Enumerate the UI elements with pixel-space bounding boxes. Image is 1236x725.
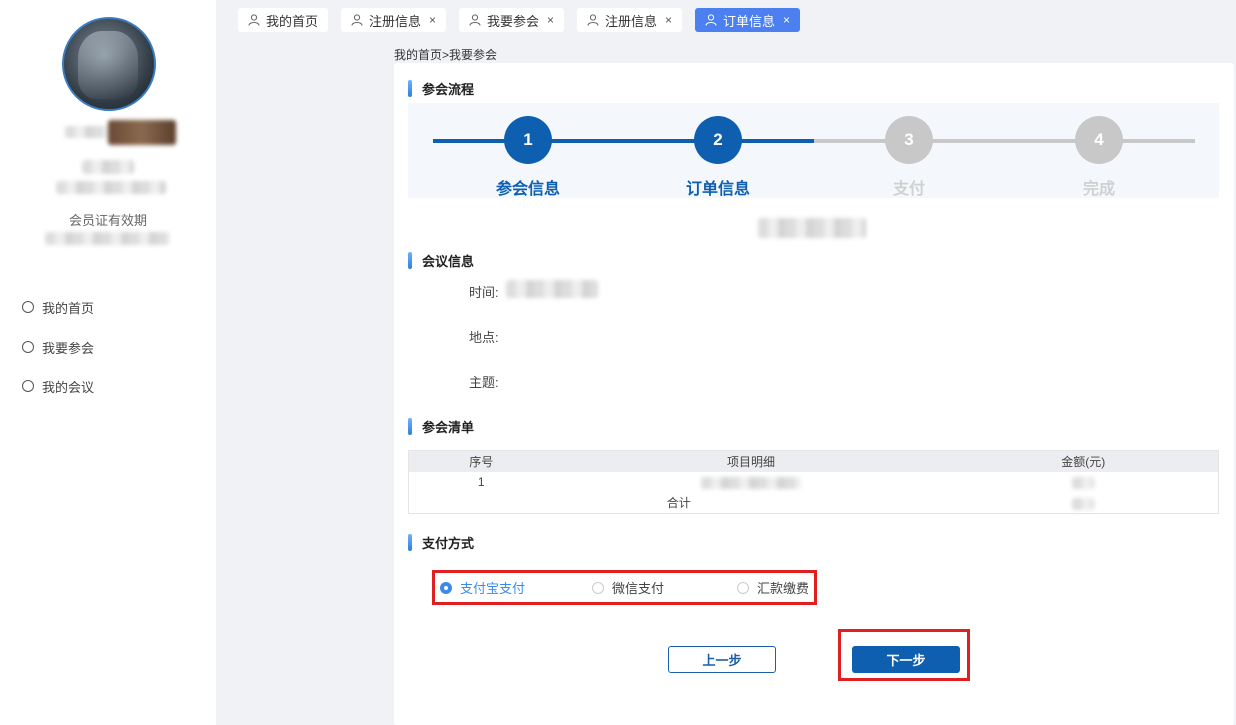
- redacted-member-number: [82, 160, 134, 174]
- step-2-label: 订单信息: [685, 181, 750, 198]
- membership-validity-label: 会员证有效期: [69, 213, 148, 228]
- user-icon: [469, 14, 481, 26]
- step-4-circle: 4: [1075, 116, 1123, 164]
- user-icon: [248, 14, 260, 26]
- user-icon: [587, 14, 599, 26]
- circle-icon: [22, 301, 34, 313]
- meeting-place-label: 地点:: [469, 330, 499, 345]
- redacted-username: [65, 126, 110, 138]
- section-title-text: 会议信息: [422, 254, 475, 269]
- section-title-payment: 支付方式: [408, 533, 474, 552]
- tab-label: 注册信息: [369, 13, 422, 29]
- radio-unchecked-icon[interactable]: [737, 581, 749, 594]
- payment-option-wechat[interactable]: 微信支付: [592, 578, 664, 597]
- redacted-total: [1072, 497, 1095, 510]
- col-index-header: 序号: [408, 450, 554, 472]
- section-marker: [408, 252, 412, 269]
- user-icon: [705, 14, 717, 26]
- col-amount-header: 金额(元): [948, 450, 1219, 472]
- total-label: 合计: [666, 496, 691, 511]
- sidebar-item-label: 我的会议: [42, 379, 95, 395]
- meeting-time-label: 时间:: [469, 285, 499, 300]
- progress-line-done: [433, 139, 828, 143]
- tab-label: 订单信息: [723, 13, 776, 29]
- step-1-circle: 1: [504, 116, 552, 164]
- sidebar-item-home[interactable]: 我的首页: [22, 297, 94, 317]
- avatar: [62, 17, 156, 111]
- tab-label: 我的首页: [266, 13, 319, 29]
- redacted-badge: [108, 120, 176, 145]
- step-3-circle: 3: [885, 116, 933, 164]
- payment-options-highlight: 支付宝支付 微信支付 汇款缴费: [432, 570, 817, 605]
- table-row: 1: [409, 472, 1219, 493]
- section-marker: [408, 418, 412, 435]
- next-step-button[interactable]: 下一步: [852, 646, 960, 673]
- circle-icon: [22, 341, 34, 353]
- payment-option-alipay[interactable]: 支付宝支付: [440, 578, 525, 597]
- tab-join-meeting[interactable]: 我要参会 ×: [459, 8, 565, 32]
- row-index: 1: [477, 475, 485, 489]
- close-icon[interactable]: ×: [665, 13, 672, 27]
- section-title-text: 参会流程: [422, 82, 475, 97]
- payment-option-label: 微信支付: [612, 581, 665, 596]
- tab-label: 注册信息: [605, 13, 658, 29]
- section-title-text: 支付方式: [422, 536, 475, 551]
- tab-label: 我要参会: [487, 13, 540, 29]
- redacted-member-id: [56, 181, 166, 194]
- step-1-label: 参会信息: [495, 181, 560, 198]
- tab-home[interactable]: 我的首页: [238, 8, 329, 32]
- section-title-meeting: 会议信息: [408, 251, 474, 270]
- section-title-text: 参会清单: [422, 420, 475, 435]
- main-panel: 参会流程 1 2 3 4 参会信息 订单信息 支付 完成 会议信息 时间: 地点…: [394, 63, 1234, 725]
- user-icon: [351, 14, 363, 26]
- sidebar-item-label: 我的首页: [42, 300, 95, 316]
- sidebar-item-my-meetings[interactable]: 我的会议: [22, 376, 94, 396]
- step-4-label: 完成: [1082, 181, 1115, 198]
- payment-option-remittance[interactable]: 汇款缴费: [737, 578, 809, 597]
- sidebar-item-join-meeting[interactable]: 我要参会: [22, 337, 94, 357]
- meeting-topic-label: 主题:: [469, 375, 499, 390]
- circle-icon: [22, 380, 34, 392]
- tab-registration-2[interactable]: 注册信息 ×: [577, 8, 683, 32]
- previous-step-button[interactable]: 上一步: [668, 646, 776, 673]
- table-header-row: 序号 项目明细 金额(元): [408, 450, 1219, 472]
- order-items-table: 序号 项目明细 金额(元) 1 合计: [408, 450, 1219, 514]
- radio-checked-icon[interactable]: [440, 581, 452, 594]
- close-icon[interactable]: ×: [547, 13, 554, 27]
- section-title-list: 参会清单: [408, 417, 474, 436]
- step-3-label: 支付: [892, 181, 925, 198]
- progress-steps: 1 2 3 4 参会信息 订单信息 支付 完成: [408, 103, 1219, 198]
- progress-line-pending: [814, 139, 1195, 143]
- close-icon[interactable]: ×: [429, 13, 436, 27]
- row-item: [554, 472, 949, 493]
- tab-registration[interactable]: 注册信息 ×: [341, 8, 447, 32]
- close-icon[interactable]: ×: [783, 13, 790, 27]
- payment-option-label: 汇款缴费: [757, 581, 810, 596]
- sidebar: 会员证有效期 我的首页 我要参会 我的会议: [0, 0, 216, 725]
- col-item-header: 项目明细: [553, 450, 949, 472]
- section-marker: [408, 80, 412, 97]
- redacted-validity-date: [45, 232, 170, 245]
- total-amount: [949, 493, 1219, 514]
- row-amount: [949, 472, 1219, 493]
- section-marker: [408, 534, 412, 551]
- sidebar-item-label: 我要参会: [42, 340, 95, 356]
- tab-order-info[interactable]: 订单信息 ×: [695, 8, 801, 32]
- redacted-amount: [1072, 476, 1095, 489]
- radio-unchecked-icon[interactable]: [592, 581, 604, 594]
- redacted-item: [701, 476, 801, 489]
- payment-option-label: 支付宝支付: [460, 581, 526, 596]
- breadcrumb: 我的首页>我要参会: [394, 48, 498, 62]
- redacted-meeting-name: [758, 218, 866, 238]
- section-title-process: 参会流程: [408, 79, 474, 98]
- table-total-row: 合计: [409, 493, 1219, 514]
- step-2-circle: 2: [694, 116, 742, 164]
- redacted-meeting-time: [506, 280, 598, 298]
